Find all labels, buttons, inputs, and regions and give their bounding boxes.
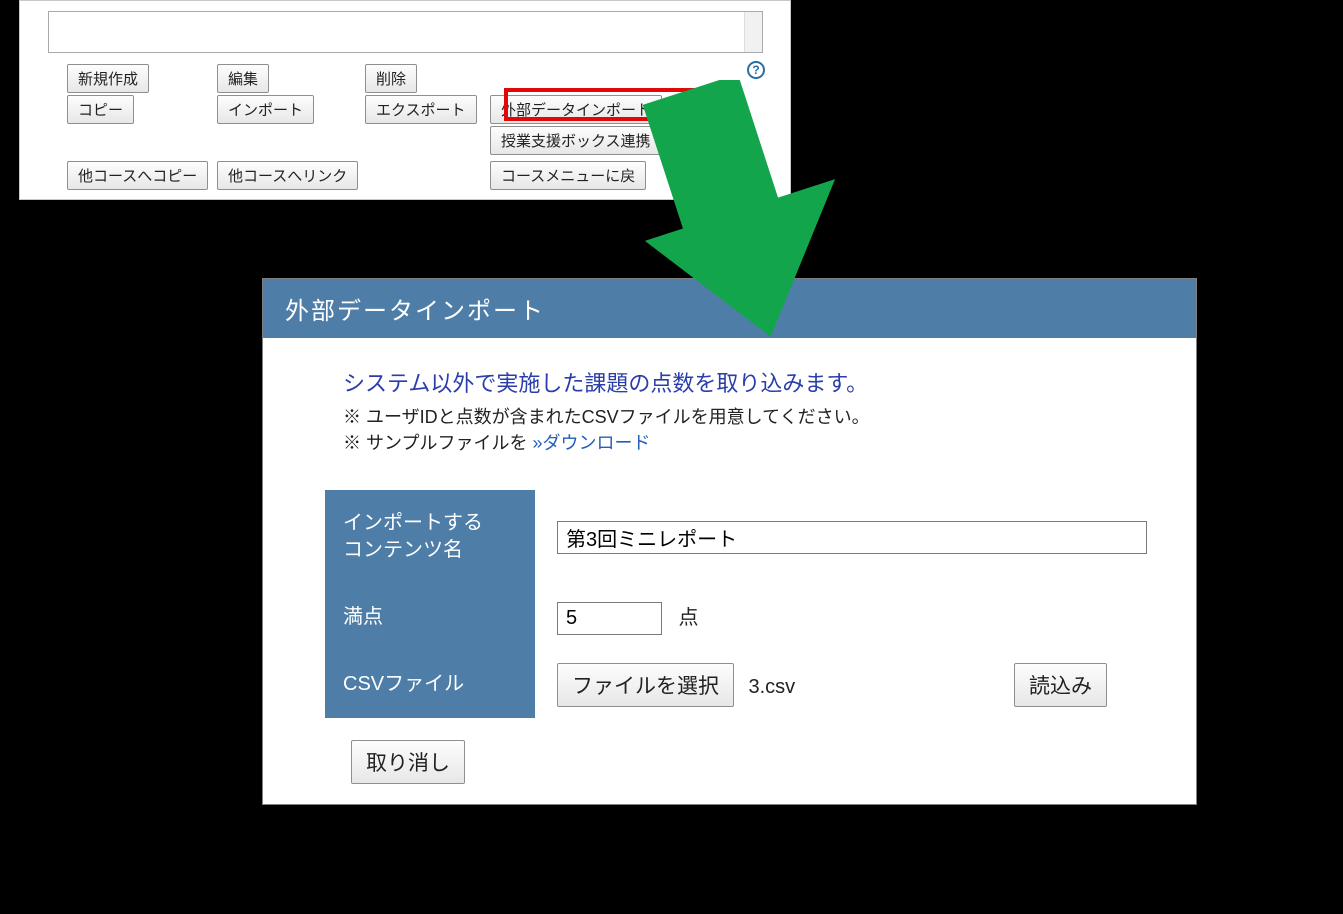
bullet2-prefix: ※ サンプルファイルを bbox=[343, 433, 532, 453]
new-button[interactable]: 新規作成 bbox=[67, 64, 149, 93]
link-to-other-course-button[interactable]: 他コースへリンク bbox=[217, 161, 358, 190]
copy-to-other-course-button[interactable]: 他コースへコピー bbox=[67, 161, 208, 190]
points-suffix: 点 bbox=[678, 607, 698, 629]
max-points-label: 満点 bbox=[325, 584, 535, 651]
cancel-button[interactable]: 取り消し bbox=[351, 740, 465, 784]
course-menu-button[interactable]: コースメニューに戻 bbox=[490, 161, 646, 190]
load-button[interactable]: 読込み bbox=[1014, 663, 1107, 707]
external-import-button[interactable]: 外部データインポート bbox=[490, 95, 662, 124]
import-form: インポートする コンテンツ名 満点 点 CSVファイル ファイルを選択 3.cs… bbox=[325, 490, 1169, 718]
delete-button[interactable]: 削除 bbox=[365, 64, 417, 93]
download-link-text: ダウンロード bbox=[542, 433, 650, 453]
description-bullet-1: ※ ユーザIDと点数が含まれたCSVファイルを用意してください。 bbox=[343, 404, 1176, 430]
copy-button[interactable]: コピー bbox=[67, 95, 134, 124]
class-support-box-button[interactable]: 授業支援ボックス連携 bbox=[490, 126, 662, 155]
external-import-panel: 外部データインポート システム以外で実施した課題の点数を取り込みます。 ※ ユー… bbox=[262, 278, 1197, 805]
arrow-icon bbox=[640, 80, 840, 340]
export-button[interactable]: エクスポート bbox=[365, 95, 477, 124]
content-name-label-line2: コンテンツ名 bbox=[343, 539, 463, 561]
cancel-row: 取り消し bbox=[351, 740, 1196, 784]
content-name-label-line1: インポートする bbox=[343, 512, 483, 534]
content-name-input[interactable] bbox=[557, 521, 1147, 554]
description-main: システム以外で実施した課題の点数を取り込みます。 bbox=[343, 368, 1176, 400]
download-arrow-icon: » bbox=[532, 433, 542, 453]
help-icon[interactable]: ? bbox=[747, 61, 765, 79]
selected-file-name: 3.csv bbox=[748, 676, 795, 698]
file-select-button[interactable]: ファイルを選択 bbox=[557, 663, 734, 707]
import-button[interactable]: インポート bbox=[217, 95, 314, 124]
description-bullet-2: ※ サンプルファイルを »ダウンロード bbox=[343, 430, 1176, 456]
content-name-label: インポートする コンテンツ名 bbox=[325, 490, 535, 584]
max-points-input[interactable] bbox=[557, 602, 662, 635]
description-area: システム以外で実施した課題の点数を取り込みます。 ※ ユーザIDと点数が含まれた… bbox=[263, 338, 1196, 480]
download-link[interactable]: »ダウンロード bbox=[532, 433, 650, 453]
list-area bbox=[48, 11, 763, 53]
csv-file-label: CSVファイル bbox=[325, 651, 535, 718]
edit-button[interactable]: 編集 bbox=[217, 64, 269, 93]
